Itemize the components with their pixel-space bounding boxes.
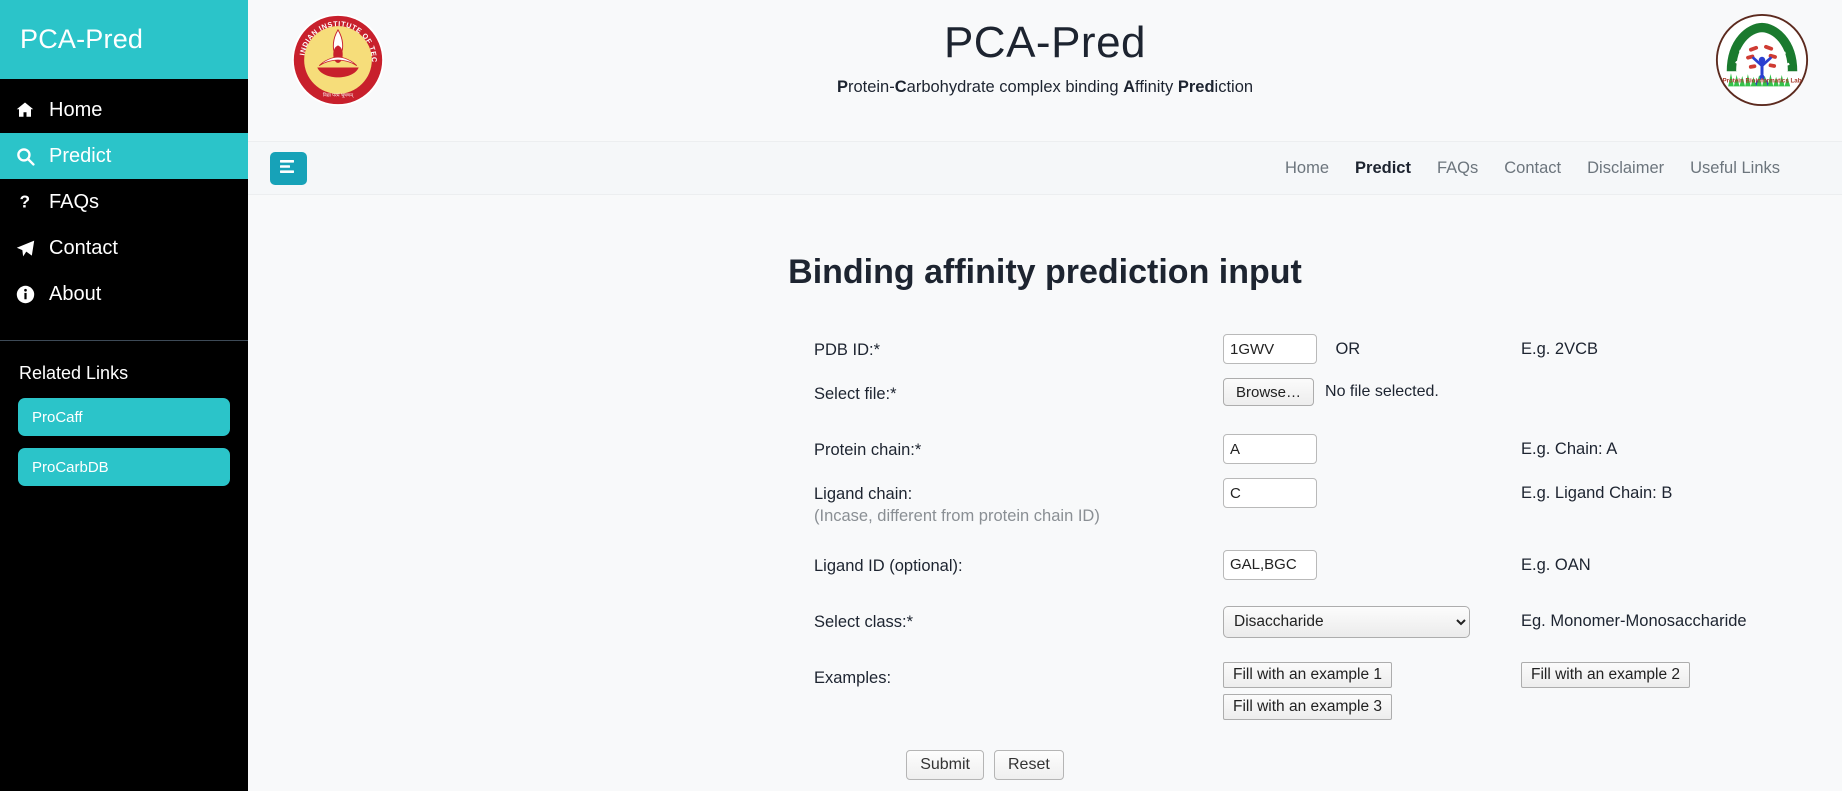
- sidebar-item-about[interactable]: About: [0, 271, 248, 317]
- examples-column-right: Fill with an example 2: [1521, 661, 1691, 688]
- pdb-id-or-text: OR: [1335, 339, 1361, 358]
- sidebar-item-predict[interactable]: Predict: [0, 133, 248, 179]
- form-row-select-class: Select class:* Disaccharide Eg. Monomer-…: [248, 605, 1842, 640]
- sidebar-toggle-button[interactable]: [270, 151, 307, 185]
- example-2-button[interactable]: Fill with an example 2: [1521, 661, 1691, 688]
- form-row-ligand-id: Ligand ID (optional): E.g. OAN: [248, 549, 1842, 584]
- sidebar-nav: Home Predict ? FAQs Contact About: [0, 79, 248, 317]
- nav-link-useful-links[interactable]: Useful Links: [1690, 159, 1780, 178]
- site-subtitle: Protein-Carbohydrate complex binding Aff…: [836, 78, 1254, 96]
- top-navbar: Home Predict FAQs Contact Disclaimer Use…: [248, 141, 1842, 195]
- svg-text:विद्या परमं भूषणम्: विद्या परमं भूषणम्: [323, 92, 354, 99]
- file-status-text: No file selected.: [1325, 383, 1439, 400]
- ligand-id-hint: E.g. OAN: [1521, 555, 1591, 574]
- protein-chain-hint: E.g. Chain: A: [1521, 440, 1618, 458]
- nav-link-faqs[interactable]: FAQs: [1437, 159, 1478, 178]
- sidebar-item-home-label: Home: [49, 99, 103, 121]
- ligand-chain-label-sub: (Incase, different from protein chain ID…: [814, 507, 1100, 526]
- form-row-protein-chain: Protein chain:* E.g. Chain: A: [248, 434, 1842, 468]
- select-class-dropdown[interactable]: Disaccharide: [1223, 605, 1470, 638]
- select-class-control: Disaccharide: [1223, 605, 1521, 638]
- pdb-id-control: OR: [1223, 334, 1521, 364]
- example-3-button[interactable]: Fill with an example 3: [1223, 693, 1393, 720]
- select-class-label: Select class:*: [814, 612, 914, 631]
- page-header: विद्या परमं भूषणम् INDIAN INSTITUTE OF T…: [248, 0, 1842, 141]
- select-class-hint: Eg. Monomer-Monosaccharide: [1521, 611, 1747, 630]
- form-row-ligand-chain: Ligand chain: (Incase, different from pr…: [248, 478, 1842, 528]
- nav-link-contact[interactable]: Contact: [1504, 159, 1561, 178]
- sidebar-item-contact-label: Contact: [49, 237, 118, 259]
- home-icon: [14, 101, 36, 119]
- form-row-examples: Examples: Fill with an example 1 Fill wi…: [248, 661, 1842, 720]
- paper-plane-icon: [14, 239, 36, 258]
- select-file-label: Select file:*: [814, 385, 897, 403]
- browse-button[interactable]: Browse…: [1223, 378, 1315, 406]
- related-link-procarbdb[interactable]: ProCarbDB: [18, 448, 230, 486]
- protein-chain-input[interactable]: [1223, 434, 1317, 464]
- ligand-id-control: [1223, 549, 1521, 580]
- sidebar-item-faqs[interactable]: ? FAQs: [0, 179, 248, 225]
- reset-button[interactable]: Reset: [994, 749, 1064, 780]
- form-actions: Submit Reset: [248, 720, 1842, 780]
- examples-column-left: Fill with an example 1 Fill with an exam…: [1223, 661, 1521, 720]
- form-row-select-file: Select file:* Browse… No file selected.: [248, 378, 1842, 412]
- align-left-icon: [279, 159, 298, 177]
- submit-button[interactable]: Submit: [906, 749, 984, 780]
- ligand-id-input[interactable]: [1223, 549, 1317, 580]
- ligand-chain-label-main: Ligand chain:: [814, 485, 913, 503]
- protein-chain-control: [1223, 434, 1521, 464]
- sidebar-item-about-label: About: [49, 283, 102, 305]
- related-links-title: Related Links: [19, 363, 129, 383]
- navbar-links: Home Predict FAQs Contact Disclaimer Use…: [1285, 159, 1802, 178]
- sidebar: PCA-Pred Home Predict ? FAQs Contact Abo…: [0, 0, 248, 791]
- sidebar-item-predict-label: Predict: [49, 145, 112, 167]
- ligand-chain-label: Ligand chain: (Incase, different from pr…: [814, 478, 1223, 528]
- nav-link-disclaimer[interactable]: Disclaimer: [1587, 159, 1664, 178]
- application-root: PCA-Pred Home Predict ? FAQs Contact Abo…: [0, 0, 1842, 791]
- protein-bioinformatics-lab-logo: Protein Bioinformatics Lab: [1715, 13, 1809, 112]
- sidebar-item-home[interactable]: Home: [0, 87, 248, 133]
- svg-text:Protein Bioinformatics Lab: Protein Bioinformatics Lab: [1722, 78, 1801, 85]
- question-icon: ?: [14, 192, 36, 212]
- example-1-button[interactable]: Fill with an example 1: [1223, 661, 1393, 688]
- prediction-form: PDB ID:* OR E.g. 2VCB Select file:* Brow…: [248, 292, 1842, 780]
- ligand-chain-input[interactable]: [1223, 478, 1317, 508]
- header-titles: PCA-Pred Protein-Carbohydrate complex bi…: [837, 0, 1253, 97]
- related-links-group: ProCaff ProCarbDB: [0, 388, 248, 486]
- form-row-pdb-id: PDB ID:* OR E.g. 2VCB: [248, 334, 1842, 368]
- nav-link-predict[interactable]: Predict: [1355, 159, 1411, 178]
- ligand-id-label: Ligand ID (optional):: [814, 556, 963, 575]
- iit-madras-logo: विद्या परमं भूषणम् INDIAN INSTITUTE OF T…: [288, 7, 385, 112]
- main-content: विद्या परमं भूषणम् INDIAN INSTITUTE OF T…: [248, 0, 1842, 791]
- pdb-id-hint: E.g. 2VCB: [1521, 340, 1599, 358]
- page-title: Binding affinity prediction input: [788, 253, 1302, 291]
- pdb-id-input[interactable]: [1223, 334, 1317, 364]
- pdb-id-label: PDB ID:*: [814, 341, 881, 359]
- protein-chain-label: Protein chain:*: [814, 441, 922, 459]
- examples-label: Examples:: [814, 668, 892, 687]
- sidebar-item-contact[interactable]: Contact: [0, 225, 248, 271]
- ligand-chain-hint: E.g. Ligand Chain: B: [1521, 484, 1673, 502]
- sidebar-brand[interactable]: PCA-Pred: [0, 0, 248, 79]
- info-icon: [14, 285, 36, 304]
- site-title: PCA-Pred: [943, 18, 1147, 67]
- related-link-procaff[interactable]: ProCaff: [18, 398, 230, 436]
- nav-link-home[interactable]: Home: [1285, 159, 1329, 178]
- sidebar-item-faqs-label: FAQs: [49, 191, 100, 213]
- select-file-control: Browse… No file selected.: [1223, 378, 1521, 406]
- svg-text:?: ?: [20, 192, 31, 211]
- search-icon: [14, 147, 36, 166]
- ligand-chain-control: [1223, 478, 1521, 508]
